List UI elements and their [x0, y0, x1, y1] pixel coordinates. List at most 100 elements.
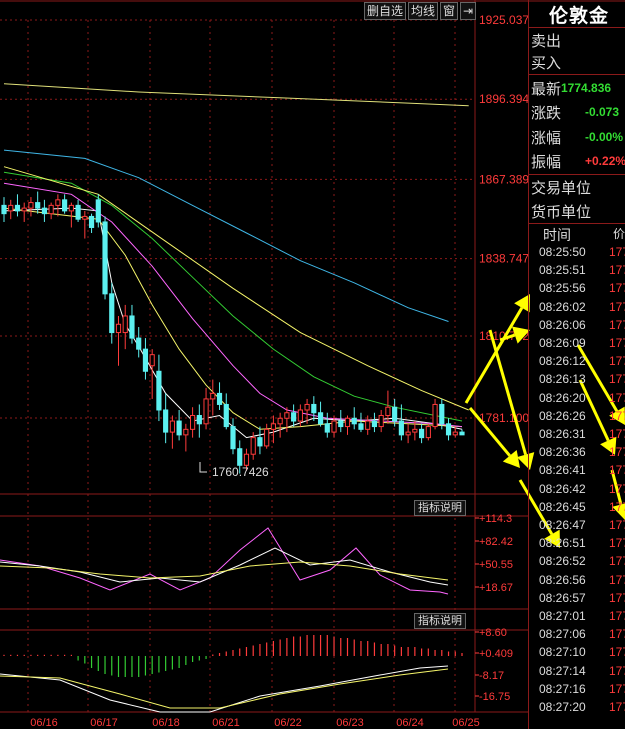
tick-time: 08:26:09 [539, 336, 586, 350]
candle-body [55, 199, 61, 206]
macd-axis-label: -8.17 [479, 670, 504, 682]
date-axis-label: 06/18 [152, 717, 180, 729]
candle-body [445, 423, 452, 436]
moving-average-line [3, 83, 469, 107]
price-axis-label: 1838.747 [479, 252, 529, 266]
date-axis-label: 06/25 [452, 717, 480, 729]
candle-body [452, 431, 458, 436]
osc-axis-label: +18.67 [479, 582, 513, 594]
candle-body [68, 204, 74, 212]
candle-body [338, 420, 344, 428]
tick-price: 177 [609, 390, 625, 405]
candle-body [95, 199, 101, 223]
moving-average-line [3, 149, 449, 322]
collapse-panel-icon[interactable]: ⇥ [460, 2, 477, 20]
date-axis-label: 06/22 [274, 717, 302, 729]
candle-body [243, 453, 250, 466]
candle-body [317, 412, 324, 425]
percent-value: -0.00% [585, 130, 624, 144]
candle-body [237, 448, 243, 466]
time-column-header: 时间 [543, 227, 571, 243]
instrument-title: 伦敦金 [549, 6, 610, 27]
tick-price: 177 [609, 590, 625, 605]
date-axis-label: 06/17 [90, 717, 118, 729]
macd-axis-label: -16.75 [479, 691, 510, 703]
macd-line [0, 665, 449, 713]
candle-body [230, 426, 236, 450]
macd-panel [0, 635, 463, 713]
macd-axis-label: +8.60 [479, 627, 507, 639]
candle-body [75, 204, 81, 220]
tick-price: 177 [609, 354, 625, 369]
tick-time: 08:26:42 [539, 481, 586, 496]
macd-axis-label: +0.409 [479, 648, 513, 660]
candle-body [176, 420, 182, 436]
candle-body [291, 412, 297, 422]
tick-time: 08:27:14 [539, 663, 586, 678]
tick-price: 177 [609, 700, 625, 714]
tick-time: 08:27:06 [539, 627, 586, 642]
tick-time: 08:26:47 [539, 518, 586, 532]
candle-body [210, 392, 216, 400]
arrow-up-shaft [464, 307, 524, 404]
tick-time: 08:27:20 [539, 700, 586, 714]
osc-axis-label: +82.42 [479, 536, 513, 548]
latest-value: 1774.836 [561, 81, 612, 95]
candle-body [398, 420, 404, 436]
candlestick-series [1, 191, 465, 474]
window-button[interactable]: 窗 [440, 2, 459, 20]
tick-time: 08:27:16 [539, 681, 586, 696]
candle-body [257, 437, 263, 447]
candle-body [371, 420, 378, 428]
tick-price: 177 [609, 427, 625, 441]
candle-body [425, 426, 431, 439]
sell-label: 卖出 [531, 33, 562, 50]
ma-toggle-button[interactable]: 均线 [408, 2, 439, 20]
candle-body [412, 428, 418, 433]
divider [529, 74, 625, 75]
tick-time: 08:26:51 [539, 536, 586, 551]
tick-price: 177 [609, 245, 625, 259]
oscillator-line [0, 527, 449, 595]
candle-body [149, 354, 155, 367]
candle-body [385, 406, 391, 417]
tick-price: 177 [609, 518, 625, 532]
candle-body [297, 409, 303, 422]
indicator-info-button-macd[interactable]: 指标说明 [414, 613, 466, 629]
remove-watchlist-button[interactable]: 删自选 [364, 2, 407, 20]
moving-average-line [3, 182, 463, 428]
tick-price: 177 [609, 372, 625, 387]
candle-body [190, 415, 196, 430]
osc-axis-label: +114.3 [479, 513, 512, 525]
tick-price: 177 [609, 627, 625, 642]
oscillator-line [0, 547, 449, 586]
tick-time: 08:26:41 [539, 463, 586, 478]
tick-price: 177 [609, 499, 625, 514]
candle-body [223, 403, 229, 428]
tick-time: 08:26:26 [539, 408, 586, 423]
tick-time: 08:26:57 [539, 590, 586, 605]
moving-average-line [3, 207, 463, 430]
tick-time: 08:25:56 [539, 281, 586, 296]
candle-body [264, 428, 270, 447]
indicator-info-button-osc[interactable]: 指标说明 [414, 500, 466, 516]
tick-time: 08:26:13 [539, 372, 586, 387]
tick-time: 08:26:02 [539, 299, 586, 314]
price-axis-label: 1896.394 [479, 92, 529, 106]
price-axis-label: 1781.100 [479, 411, 529, 425]
date-axis-label: 06/21 [212, 717, 240, 729]
tick-time: 08:26:06 [539, 317, 586, 332]
candle-body [82, 215, 88, 220]
tick-price: 177 [609, 481, 625, 496]
arrow-mid-shaft [488, 329, 528, 456]
tick-time: 08:25:51 [539, 263, 586, 278]
tick-time: 08:27:10 [539, 645, 586, 660]
candle-body [324, 423, 330, 433]
candle-body [129, 315, 135, 339]
divider [529, 27, 625, 28]
candle-body [169, 420, 175, 433]
tick-price: 177 [609, 463, 625, 478]
candle-body [459, 431, 465, 436]
candle-body [35, 202, 41, 209]
tick-price: 177 [609, 554, 625, 569]
